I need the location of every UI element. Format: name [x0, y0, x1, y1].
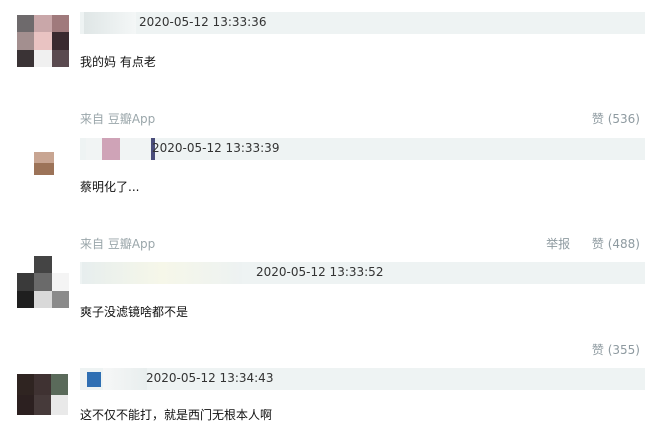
comment-text: 这不仅不能打，就是西门无根本人啊 — [80, 408, 273, 422]
avatar[interactable] — [17, 15, 69, 67]
username-icon[interactable] — [87, 372, 101, 387]
like-button[interactable]: 赞 (355) — [592, 343, 640, 357]
username-part[interactable] — [120, 138, 150, 160]
avatar[interactable] — [17, 256, 69, 308]
comment-timestamp: 2020-05-12 13:34:43 — [146, 371, 274, 385]
username-part[interactable] — [86, 138, 102, 160]
comment-meta-bar: 2020-05-12 13:34:43 — [80, 368, 645, 390]
comment-timestamp: 2020-05-12 13:33:39 — [152, 141, 280, 155]
username-part[interactable] — [102, 138, 120, 160]
comment-item: 2020-05-12 13:33:36 我的妈 有点老 来自 豆瓣App 赞 (… — [0, 0, 656, 126]
comment-item: 2020-05-12 13:33:52 爽子没滤镜啥都不是 赞 (355) — [0, 248, 656, 372]
comment-text: 蔡明化了... — [80, 180, 140, 194]
comment-text: 爽子没滤镜啥都不是 — [80, 305, 189, 319]
comment-meta-bar: 2020-05-12 13:33:36 — [80, 12, 645, 34]
comment-text: 我的妈 有点老 — [80, 55, 156, 69]
username[interactable] — [82, 262, 242, 284]
comment-timestamp: 2020-05-12 13:33:36 — [139, 15, 267, 29]
avatar[interactable] — [17, 374, 68, 415]
comment-actions: 赞 (355) — [574, 341, 640, 358]
username[interactable] — [103, 368, 147, 390]
comment-meta-bar: 2020-05-12 13:33:39 — [80, 138, 645, 160]
avatar[interactable] — [34, 152, 54, 186]
comment-meta-bar: 2020-05-12 13:33:52 — [80, 262, 645, 284]
username[interactable] — [84, 12, 136, 34]
comment-item: 2020-05-12 13:33:39 蔡明化了... 来自 豆瓣App 举报 … — [0, 124, 656, 251]
comment-item: 2020-05-12 13:34:43 这不仅不能打，就是西门无根本人啊 — [0, 366, 656, 438]
comment-timestamp: 2020-05-12 13:33:52 — [256, 265, 384, 279]
